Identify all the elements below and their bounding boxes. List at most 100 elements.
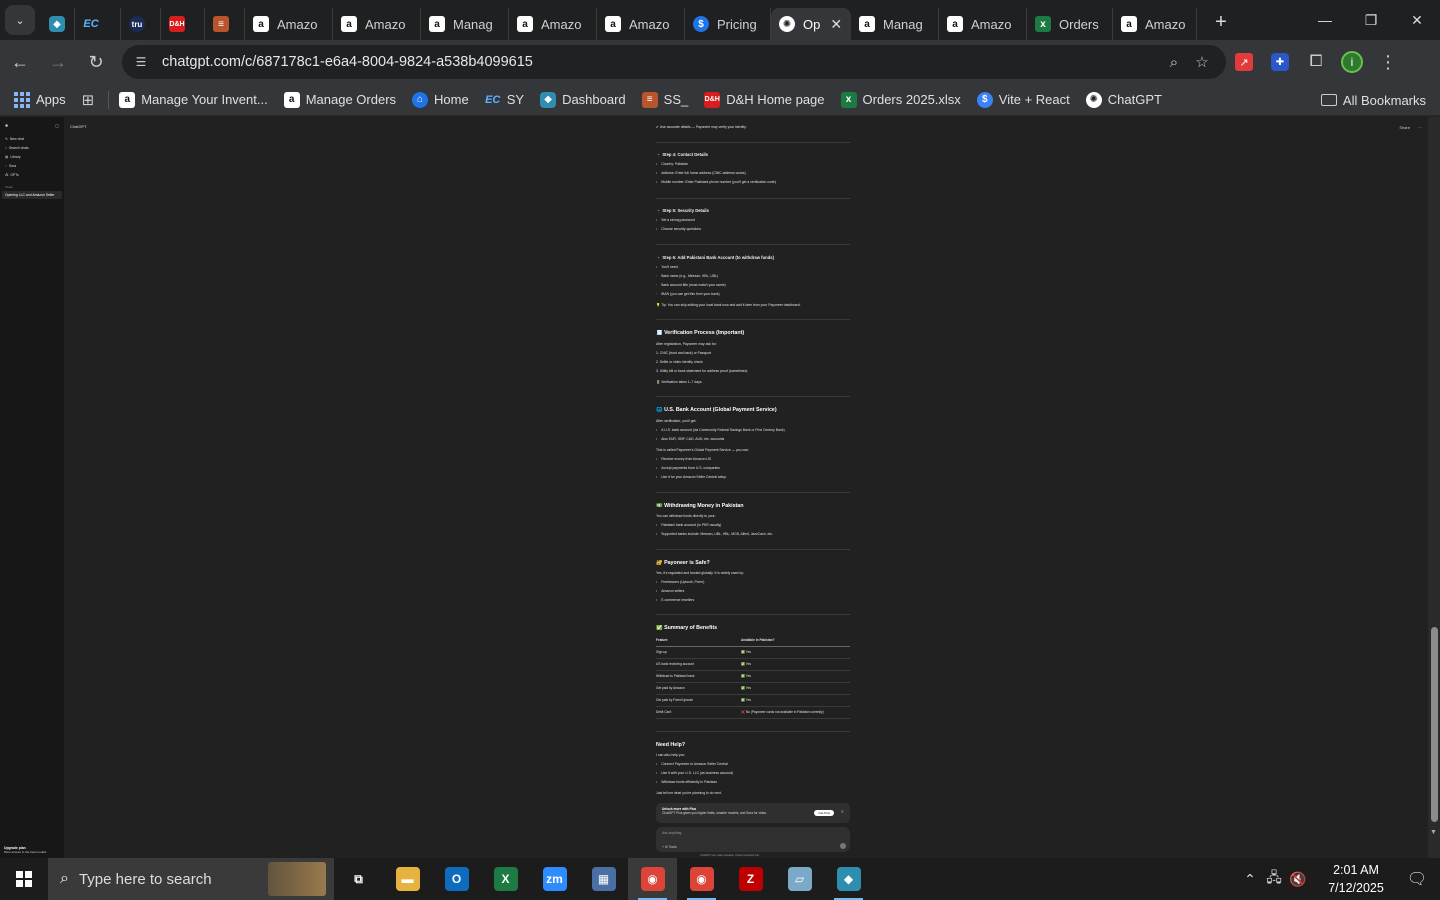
tab-title: Amazo — [541, 16, 582, 32]
composer-tools-button[interactable]: + ⚙ Tools — [662, 845, 677, 849]
sidebar-item[interactable]: ⌕ Search chats — [0, 143, 64, 152]
bookmark-item[interactable]: a Manage Your Invent... — [119, 91, 268, 108]
taskbar-app[interactable]: ◉ — [628, 858, 677, 900]
composer-input[interactable]: Ask anything — [662, 831, 681, 835]
table-cell: Withdraw to Pakistani bank — [656, 674, 695, 679]
bookmark-item[interactable]: $ Vite + React — [976, 91, 1070, 108]
tab[interactable]: $ Pricing — [685, 8, 771, 40]
bookmark-item[interactable]: D&H D&H Home page — [704, 91, 825, 108]
tab[interactable]: a Amazo — [245, 8, 333, 40]
all-bookmarks-button[interactable]: All Bookmarks — [1320, 84, 1426, 116]
bookmark-item[interactable]: ◆ Dashboard — [540, 91, 626, 108]
clock-time: 2:01 AM — [1333, 862, 1379, 877]
network-icon[interactable]: 🖧 — [1262, 867, 1286, 891]
taskbar-app[interactable]: ▬ — [383, 858, 432, 900]
bookmark-favicon-icon: ◆ — [540, 91, 557, 108]
message-line: This is called Payoneer's Global Payment… — [656, 448, 749, 452]
tab-search-button[interactable]: ⌄ — [5, 5, 35, 35]
scroll-down-arrow-icon[interactable]: ▼ — [1430, 829, 1437, 836]
volume-muted-icon[interactable]: 🔇 — [1286, 871, 1310, 888]
tab[interactable]: tru — [121, 8, 161, 40]
extension-blue-button[interactable]: ✚ — [1262, 46, 1298, 78]
page-scrollbar[interactable]: ▼ — [1428, 117, 1440, 858]
plus-banner-text: ChatGPT Plus gives you higher limits, sm… — [662, 811, 767, 815]
tab[interactable]: a Manag — [851, 8, 939, 40]
taskbar-app[interactable]: ▱ — [775, 858, 824, 900]
model-selector[interactable]: ChatGPT — [70, 124, 87, 129]
profile-button[interactable]: i — [1334, 46, 1370, 78]
get-plus-button[interactable]: Get Plus — [814, 810, 834, 816]
tab[interactable]: a Amazo — [509, 8, 597, 40]
scrollbar-thumb[interactable] — [1431, 627, 1438, 822]
taskbar-app[interactable]: O — [432, 858, 481, 900]
taskbar-app[interactable]: Z — [726, 858, 775, 900]
tab[interactable]: a Amazo — [1113, 8, 1197, 40]
sidebar-item[interactable]: ✎ New chat — [0, 134, 64, 143]
tab[interactable]: a Amazo — [597, 8, 685, 40]
more-options-icon[interactable]: ⋯ — [1418, 125, 1422, 130]
bookmark-item[interactable]: a Manage Orders — [283, 91, 396, 108]
taskbar-search[interactable]: ⌕ Type here to search — [48, 858, 334, 900]
tab[interactable]: ◆ — [41, 8, 75, 40]
bookmark-item[interactable]: EC SY — [485, 92, 524, 108]
sidebar-top: ✺ ▢ — [0, 117, 64, 134]
tab-active[interactable]: ✺ Op ✕ — [771, 8, 851, 40]
close-icon[interactable]: ✕ — [830, 16, 842, 33]
taskbar-app[interactable]: zm — [530, 858, 579, 900]
taskbar-app[interactable]: ◉ — [677, 858, 726, 900]
tab[interactable]: x Orders — [1027, 8, 1113, 40]
sidebar-item[interactable]: ▤ Library — [0, 152, 64, 161]
bookmark-item[interactable]: ✺ ChatGPT — [1085, 91, 1162, 108]
clock[interactable]: 2:01 AM 7/12/2025 — [1318, 861, 1394, 897]
windows-taskbar: ⌕ Type here to search ⧉ ▬ O Xzm ▦ ◉ ◉ Z ▱ ◆ ⌃ 🖧 🔇… — [0, 858, 1440, 900]
message-line: 2. Selfie or video identity check — [656, 360, 703, 364]
bookmark-item[interactable]: ⌂ Home — [412, 91, 469, 108]
tab[interactable]: ≡ — [205, 8, 245, 40]
taskbar-app[interactable]: ⧉ — [334, 858, 383, 900]
voice-mode-icon[interactable] — [840, 843, 846, 849]
site-info-icon[interactable]: ☰ — [132, 53, 150, 71]
composer[interactable]: Ask anything + ⚙ Tools — [656, 827, 850, 852]
upgrade-plan-button[interactable]: Upgrade plan More access to the best mod… — [4, 846, 46, 854]
bookmark-item[interactable]: x Orders 2025.xlsx — [840, 91, 961, 108]
reload-button[interactable]: ↻ — [78, 44, 114, 80]
tab-groups-icon[interactable]: ⊞ — [82, 91, 95, 109]
forward-button[interactable]: → — [40, 44, 76, 80]
bookmark-apps[interactable]: Apps — [14, 91, 66, 108]
disclaimer: ChatGPT can make mistakes. Check importa… — [700, 854, 760, 857]
tray-chevron-up-icon[interactable]: ⌃ — [1238, 871, 1262, 888]
table-row: US bank receiving account ✅ Yes — [656, 659, 850, 671]
taskbar-app[interactable]: ▦ — [579, 858, 628, 900]
sidebar-toggle-icon[interactable]: ▢ — [55, 123, 59, 128]
sidebar-item[interactable]: ◌ Sora — [0, 161, 64, 170]
close-window-button[interactable]: ✕ — [1394, 0, 1440, 40]
chrome-icon: ◉ — [640, 867, 665, 891]
extensions-puzzle-icon[interactable]: ⧠ — [1298, 46, 1334, 78]
browser-menu-icon[interactable]: ⋮ — [1370, 46, 1406, 78]
bookmark-label: Home — [434, 92, 469, 107]
tab[interactable]: EC — [75, 8, 121, 40]
extension-red-button[interactable]: ↗ — [1226, 46, 1262, 78]
sidebar-item[interactable]: ⁂ GPTs — [0, 170, 64, 179]
url-text[interactable]: chatgpt.com/c/687178c1-e6a4-8004-9824-a5… — [162, 54, 1160, 70]
back-button[interactable]: ← — [2, 44, 38, 80]
tab[interactable]: D&H — [161, 8, 205, 40]
minimize-button[interactable]: — — [1302, 0, 1348, 40]
restore-button[interactable]: ❐ — [1348, 0, 1394, 40]
close-icon[interactable]: ✕ — [841, 809, 844, 814]
share-button[interactable]: Share — [1399, 125, 1410, 130]
address-bar[interactable]: ☰ chatgpt.com/c/687178c1-e6a4-8004-9824-… — [122, 45, 1226, 79]
notifications-icon[interactable]: 🗨 — [1394, 869, 1440, 889]
new-tab-button[interactable]: + — [1207, 8, 1235, 36]
taskbar-app[interactable]: X — [481, 858, 530, 900]
bookmark-star-icon[interactable]: ☆ — [1188, 53, 1216, 71]
openai-logo-icon[interactable]: ✺ — [5, 123, 8, 128]
start-button[interactable] — [0, 858, 48, 900]
zoom-icon[interactable]: ⌕ — [1160, 54, 1188, 71]
sidebar-chat-active[interactable]: Opening LLC and Amazon Seller — [2, 191, 62, 199]
tab[interactable]: a Amazo — [939, 8, 1027, 40]
taskbar-app[interactable]: ◆ — [824, 858, 873, 900]
tab[interactable]: a Manag — [421, 8, 509, 40]
bookmark-item[interactable]: ≡ SS_ — [641, 91, 688, 108]
tab[interactable]: a Amazo — [333, 8, 421, 40]
